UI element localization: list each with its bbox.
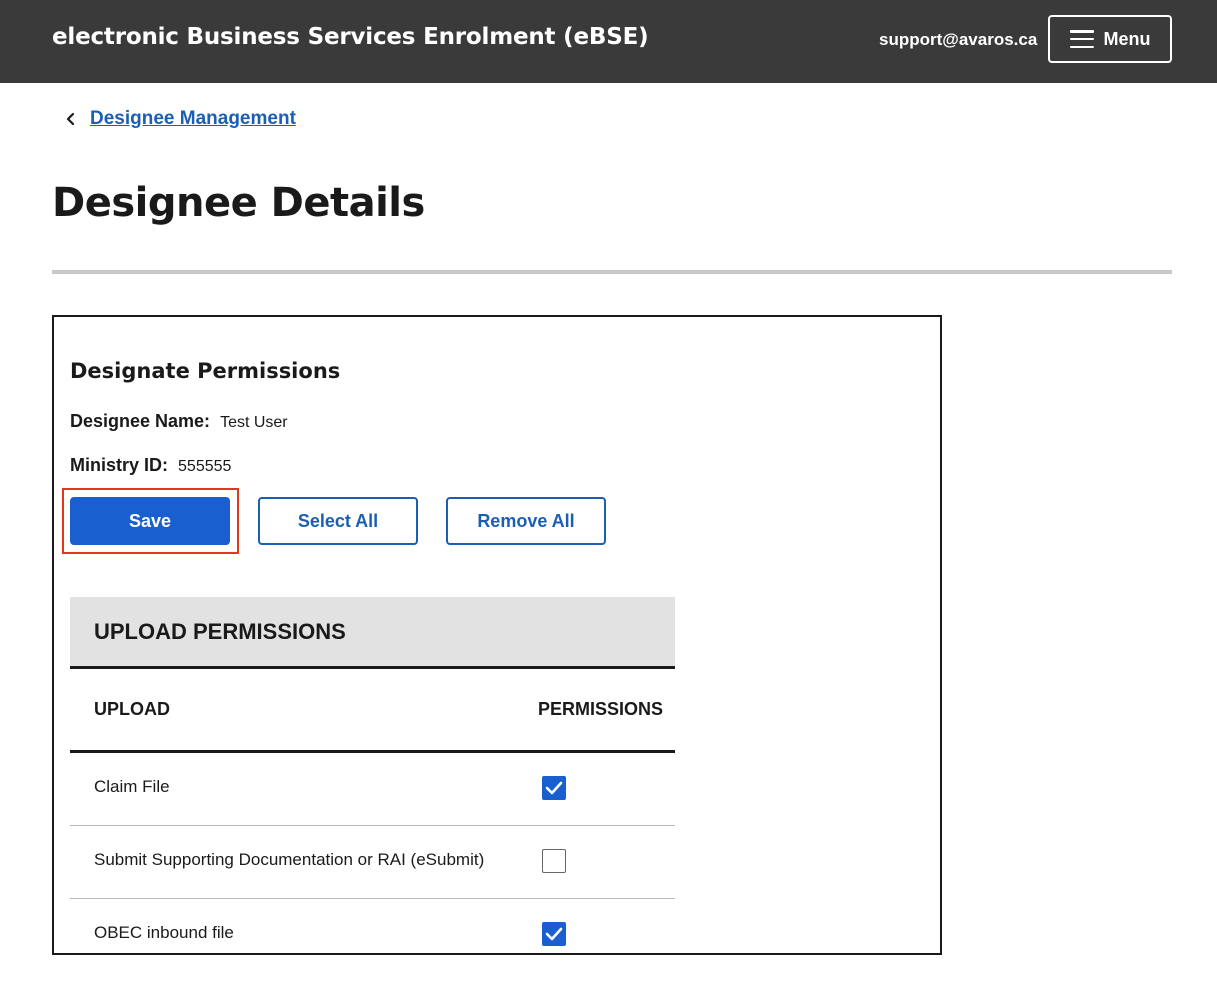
support-email-link[interactable]: support@avaros.ca — [879, 30, 1037, 50]
table-row: Submit Supporting Documentation or RAI (… — [70, 826, 675, 899]
checkbox-obec-inbound-file[interactable] — [542, 922, 566, 946]
select-all-button[interactable]: Select All — [258, 497, 418, 545]
top-header-bar: electronic Business Services Enrolment (… — [0, 0, 1217, 83]
ministry-id-value: 555555 — [178, 458, 232, 475]
upload-permissions-header: UPLOAD PERMISSIONS — [70, 597, 675, 669]
checkmark-icon — [545, 781, 563, 795]
checkbox-claim-file[interactable] — [542, 776, 566, 800]
section-title: UPLOAD PERMISSIONS — [94, 619, 346, 644]
breadcrumb-link-designee-management[interactable]: Designee Management — [90, 108, 296, 130]
menu-label: Menu — [1103, 28, 1151, 49]
column-header-permissions: PERMISSIONS — [538, 699, 664, 719]
save-button[interactable]: Save — [70, 497, 230, 545]
table-row: Claim File — [70, 753, 675, 826]
row-label-claim-file: Claim File — [94, 777, 170, 796]
checkmark-icon — [545, 927, 563, 941]
title-divider — [52, 270, 1172, 274]
row-label-submit-supporting-documentation: Submit Supporting Documentation or RAI (… — [94, 850, 485, 869]
upload-permissions-table: UPLOAD PERMISSIONS Claim File Submit Sup… — [70, 669, 675, 953]
checkbox-submit-supporting-documentation[interactable] — [542, 849, 566, 873]
menu-button[interactable]: Menu — [1048, 15, 1172, 63]
column-header-upload: UPLOAD — [94, 699, 170, 719]
designee-name-label: Designee Name: — [70, 411, 211, 431]
hamburger-icon — [1069, 30, 1094, 48]
table-header-row: UPLOAD PERMISSIONS — [70, 669, 675, 753]
table-row: OBEC inbound file — [70, 899, 675, 953]
row-label-obec-inbound-file: OBEC inbound file — [94, 923, 234, 942]
designee-name-row: Designee Name: Test User — [70, 411, 288, 432]
chevron-left-icon — [66, 107, 78, 131]
breadcrumb: Designee Management — [66, 107, 296, 131]
card-heading: Designate Permissions — [70, 359, 341, 383]
ministry-id-row: Ministry ID: 555555 — [70, 455, 231, 476]
app-title: electronic Business Services Enrolment (… — [52, 24, 649, 50]
ministry-id-label: Ministry ID: — [70, 455, 169, 475]
page-title: Designee Details — [52, 180, 425, 226]
permissions-card: Designate Permissions Designee Name: Tes… — [52, 315, 942, 955]
remove-all-button[interactable]: Remove All — [446, 497, 606, 545]
designee-name-value: Test User — [220, 414, 288, 431]
